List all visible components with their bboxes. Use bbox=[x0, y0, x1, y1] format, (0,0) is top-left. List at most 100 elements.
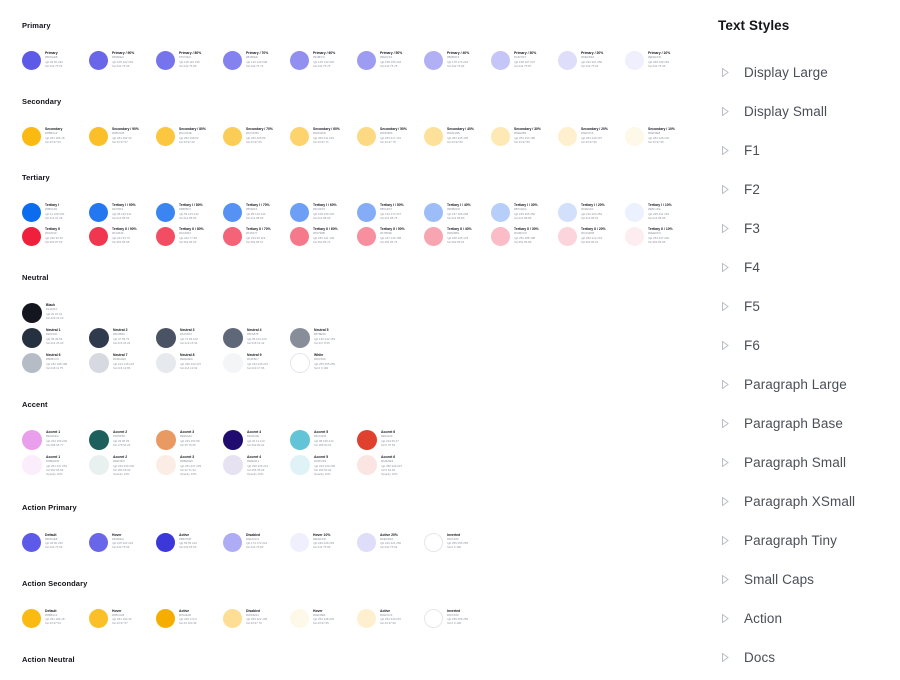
text-style-item[interactable]: Paragraph Tiny bbox=[710, 521, 900, 560]
color-swatch[interactable]: Secondary / 80% #FCC63E rgb 252 198 62 hsl … bbox=[156, 126, 223, 146]
color-swatch[interactable]: Neutral 2 #2F3B4C rgb 47 59 76 hsl 215 24 2… bbox=[89, 327, 156, 348]
color-swatch[interactable]: Tertiary II / 90% #F1364F rgb 241 54 79 hsl… bbox=[89, 226, 156, 246]
color-swatch[interactable]: Primary / 50% #9E9CF2 rgb 158 156 242 hsl 2… bbox=[357, 50, 424, 70]
color-swatch[interactable]: Neutral 4 #5F6878 rgb 95 104 120 hsl 218 12… bbox=[223, 327, 290, 348]
color-swatch[interactable]: Secondary #FBBA12 rgb 251 186 18 hsl 43 97 … bbox=[22, 126, 89, 146]
color-swatch[interactable]: Hover #FEF8E8 rgb 254 248 232 hsl 43 97 95 bbox=[290, 608, 357, 628]
color-swatch[interactable]: Active 20% #DEDDFA rgb 222 221 250 hsl 242 … bbox=[357, 532, 424, 552]
color-swatch[interactable]: Tertiary II / 30% #FABCC6 rgb 250 188 198 h… bbox=[491, 226, 558, 246]
color-swatch[interactable]: Tertiary II / 50% #F78F9E rgb 247 143 158 h… bbox=[357, 226, 424, 246]
color-swatch[interactable]: Primary #5D5AE8 rgb 93 90 232 hsl 242 75 63 bbox=[22, 50, 89, 70]
text-style-item[interactable]: F1 bbox=[710, 131, 900, 170]
triangle-right-icon[interactable] bbox=[718, 651, 732, 665]
color-swatch[interactable]: Inverted #FFFFFF rgb 255 255 255 hsl 0 0 10… bbox=[424, 532, 491, 552]
text-style-item[interactable]: F6 bbox=[710, 326, 900, 365]
color-swatch[interactable]: Secondary / 40% #FDE19B rgb 253 225 155 hsl… bbox=[424, 126, 491, 146]
color-swatch[interactable]: Primary / 60% #918FF0 rgb 145 143 240 hsl 2… bbox=[290, 50, 357, 70]
color-swatch[interactable]: Tertiary I / 30% #B7CEFA rgb 183 206 250 hs… bbox=[491, 202, 558, 222]
color-swatch[interactable]: Accent 5 #DFF2F6 rgb 223 242 246 hsl 190 53… bbox=[290, 454, 357, 476]
color-swatch[interactable]: Tertiary II / 10% #FEEDF0 rgb 254 237 240 h… bbox=[625, 226, 692, 246]
color-swatch[interactable]: Tertiary II #F0203C rgb 240 32 60 hsl 352 8… bbox=[22, 226, 89, 246]
color-swatch[interactable]: Primary / 20% #DEDDFA rgb 222 221 250 hsl 2… bbox=[558, 50, 625, 70]
color-swatch[interactable]: Tertiary II / 80% #F24D63 rgb 242 77 99 hsl… bbox=[156, 226, 223, 246]
color-swatch[interactable]: Tertiary I / 10% #EBF1FE rgb 235 241 254 hs… bbox=[625, 202, 692, 222]
color-swatch[interactable]: Neutral 1 #26313F rgb 38 49 63 hsl 214 25 2… bbox=[22, 327, 89, 348]
color-swatch[interactable]: Primary / 90% #6966EA rgb 105 102 234 hsl 2… bbox=[89, 50, 156, 70]
color-swatch[interactable]: Active #F5AE00 rgb 245 174 0 hsl 43 100 48 bbox=[156, 608, 223, 628]
triangle-right-icon[interactable] bbox=[718, 456, 732, 470]
color-swatch[interactable]: Inverted #FFFFFF rgb 255 255 255 hsl 0 0 10… bbox=[424, 608, 491, 628]
color-swatch[interactable]: Accent 3 #FBEDE5 rgb 251 237 229 hsl 22 71 … bbox=[156, 454, 223, 476]
color-swatch[interactable]: Secondary / 20% #FEF0CF rgb 254 240 207 hsl… bbox=[558, 126, 625, 146]
color-swatch[interactable]: Neutral 5 #878E99 rgb 135 142 153 hsl 217 8… bbox=[290, 327, 357, 348]
text-style-item[interactable]: F3 bbox=[710, 209, 900, 248]
triangle-right-icon[interactable] bbox=[718, 378, 732, 392]
color-swatch[interactable]: Secondary / 30% #FEE8B4 rgb 254 232 180 hsl… bbox=[491, 126, 558, 146]
color-swatch[interactable]: Tertiary I / 70% #5592F4 rgb 85 146 244 hsl… bbox=[223, 202, 290, 222]
color-swatch[interactable]: Tertiary I #0B6CF0 rgb 11 108 240 hsl 214 9… bbox=[22, 202, 89, 222]
color-swatch[interactable]: Neutral 7 #D6DAE0 rgb 214 218 224 hsl 216 1… bbox=[89, 352, 156, 373]
triangle-right-icon[interactable] bbox=[718, 495, 732, 509]
color-swatch[interactable]: Tertiary II / 40% #F8A5B2 rgb 248 165 178 h… bbox=[424, 226, 491, 246]
color-swatch[interactable]: Hover #FBC028 rgb 251 192 40 hsl 43 97 57 bbox=[89, 608, 156, 628]
text-style-item[interactable]: Action bbox=[710, 599, 900, 638]
triangle-right-icon[interactable] bbox=[718, 300, 732, 314]
color-swatch[interactable]: Accent 4 #200C6E rgb 32 12 110 hsl 252 80 2… bbox=[223, 429, 290, 450]
triangle-right-icon[interactable] bbox=[718, 183, 732, 197]
color-swatch[interactable]: Active #FEF0CF rgb 254 240 207 hsl 43 97 90 bbox=[357, 608, 424, 628]
color-swatch[interactable]: Neutral 6 #B6BCC6 rgb 182 188 198 hsl 218 1… bbox=[22, 352, 89, 373]
color-swatch[interactable]: Accent 5 #62C4D6 rgb 98 196 214 hsl 189 60 … bbox=[290, 429, 357, 450]
triangle-right-icon[interactable] bbox=[718, 417, 732, 431]
color-swatch[interactable]: Secondary / 10% #FEF8E8 rgb 254 248 232 hsl… bbox=[625, 126, 692, 146]
color-swatch[interactable]: Tertiary II / 20% #FCD4DB rgb 252 212 219 h… bbox=[558, 226, 625, 246]
text-style-item[interactable]: F4 bbox=[710, 248, 900, 287]
text-style-item[interactable]: Paragraph Small bbox=[710, 443, 900, 482]
color-swatch[interactable]: Accent 4 #E6E2F1 rgb 230 226 241 hsl 256 35… bbox=[223, 454, 290, 476]
text-style-item[interactable]: Display Small bbox=[710, 92, 900, 131]
color-swatch[interactable]: Secondary / 50% #FDD983 rgb 253 217 131 hsl… bbox=[357, 126, 424, 146]
triangle-right-icon[interactable] bbox=[718, 339, 732, 353]
triangle-right-icon[interactable] bbox=[718, 612, 732, 626]
color-swatch[interactable]: Accent 1 #EA9FEC rgb 234 159 236 hsl 298 66… bbox=[22, 429, 89, 450]
text-style-item[interactable]: Paragraph XSmall bbox=[710, 482, 900, 521]
text-style-item[interactable]: Paragraph Base bbox=[710, 404, 900, 443]
color-swatch[interactable]: Accent 3 #E99A62 rgb 233 154 98 hsl 25 76 6… bbox=[156, 429, 223, 450]
triangle-right-icon[interactable] bbox=[718, 573, 732, 587]
color-swatch[interactable]: Hover #6966EA rgb 105 102 234 hsl 242 75 66 bbox=[89, 532, 156, 552]
triangle-right-icon[interactable] bbox=[718, 222, 732, 236]
text-style-item[interactable]: F5 bbox=[710, 287, 900, 326]
color-swatch[interactable]: Tertiary I / 50% #85ADF7 rgb 133 173 247 hs… bbox=[357, 202, 424, 222]
color-swatch[interactable]: Tertiary I / 40% #9DBDF8 rgb 157 189 248 hs… bbox=[424, 202, 491, 222]
color-swatch[interactable]: Tertiary I / 20% #D2E0FC rgb 210 224 252 hs… bbox=[558, 202, 625, 222]
color-swatch[interactable]: Secondary / 60% #FDD36D rgb 253 211 109 hsl… bbox=[290, 126, 357, 146]
color-swatch[interactable]: White #FFFFFF rgb 255 255 255 hsl 0 0 100 bbox=[290, 352, 357, 373]
color-swatch[interactable]: Tertiary I / 60% #6C9FF5 rgb 108 159 245 hs… bbox=[290, 202, 357, 222]
triangle-right-icon[interactable] bbox=[718, 105, 732, 119]
color-swatch[interactable]: Primary / 30% #C6C5F7 rgb 198 197 247 hsl 2… bbox=[491, 50, 558, 70]
text-style-item[interactable]: F2 bbox=[710, 170, 900, 209]
color-swatch[interactable]: Default #FBBA12 rgb 251 186 18 hsl 43 97 53 bbox=[22, 608, 89, 628]
color-swatch[interactable]: Accent 6 #FAE5E3 rgb 250 229 227 hsl 5 64 9… bbox=[357, 454, 424, 476]
color-swatch[interactable]: Tertiary II / 60% #F5798B rgb 245 121 139 h… bbox=[290, 226, 357, 246]
color-swatch[interactable]: Active #3B37D8 rgb 59 55 216 hsl 242 66 53 bbox=[156, 532, 223, 552]
text-style-item[interactable]: Small Caps bbox=[710, 560, 900, 599]
color-swatch[interactable]: Default #5D5AE8 rgb 93 90 232 hsl 242 75 63 bbox=[22, 532, 89, 552]
color-swatch[interactable]: Hover 10% #EFEFFD rgb 239 239 253 hsl 242 7… bbox=[290, 532, 357, 552]
color-swatch[interactable]: Disabled #AEACF4 rgb 174 172 244 hsl 242 75… bbox=[223, 532, 290, 552]
color-swatch[interactable]: Accent 2 #E9F0F0 rgb 233 240 240 hsl 180 18… bbox=[89, 454, 156, 476]
color-swatch[interactable]: Neutral 9 #F3F5F7 rgb 243 245 247 hsl 210 1… bbox=[223, 352, 290, 373]
color-swatch[interactable]: Tertiary I / 80% #3B85F3 rgb 59 133 243 hsl… bbox=[156, 202, 223, 222]
text-style-item[interactable]: Paragraph Large bbox=[710, 365, 900, 404]
color-swatch[interactable]: Disabled #FDDE94 rgb 253 222 148 hsl 43 97 … bbox=[223, 608, 290, 628]
triangle-right-icon[interactable] bbox=[718, 144, 732, 158]
color-swatch[interactable]: Tertiary I / 90% #2378F1 rgb 35 120 241 hsl… bbox=[89, 202, 156, 222]
color-swatch[interactable]: Black #14161F rgb 20 22 31 hsl 229 22 10 bbox=[22, 302, 89, 323]
color-swatch[interactable]: Tertiary II / 70% #F46377 rgb 244 99 119 hs… bbox=[223, 226, 290, 246]
triangle-right-icon[interactable] bbox=[718, 534, 732, 548]
color-swatch[interactable]: Primary / 70% #8482EE rgb 132 130 238 hsl 2… bbox=[223, 50, 290, 70]
color-swatch[interactable]: Secondary / 70% #FCCD56 rgb 252 205 86 hsl … bbox=[223, 126, 290, 146]
color-swatch[interactable]: Neutral 3 #4A5364 rgb 74 83 100 hsl 219 15 … bbox=[156, 327, 223, 348]
color-swatch[interactable]: Accent 1 #FBEDFB rgb 251 237 251 hsl 300 65… bbox=[22, 454, 89, 476]
color-swatch[interactable]: Neutral 8 #E6E9ED rgb 230 233 237 hsl 214 1… bbox=[156, 352, 223, 373]
color-swatch[interactable]: Accent 6 #E0412F rgb 224 65 47 hsl 6 75 53 bbox=[357, 429, 424, 450]
